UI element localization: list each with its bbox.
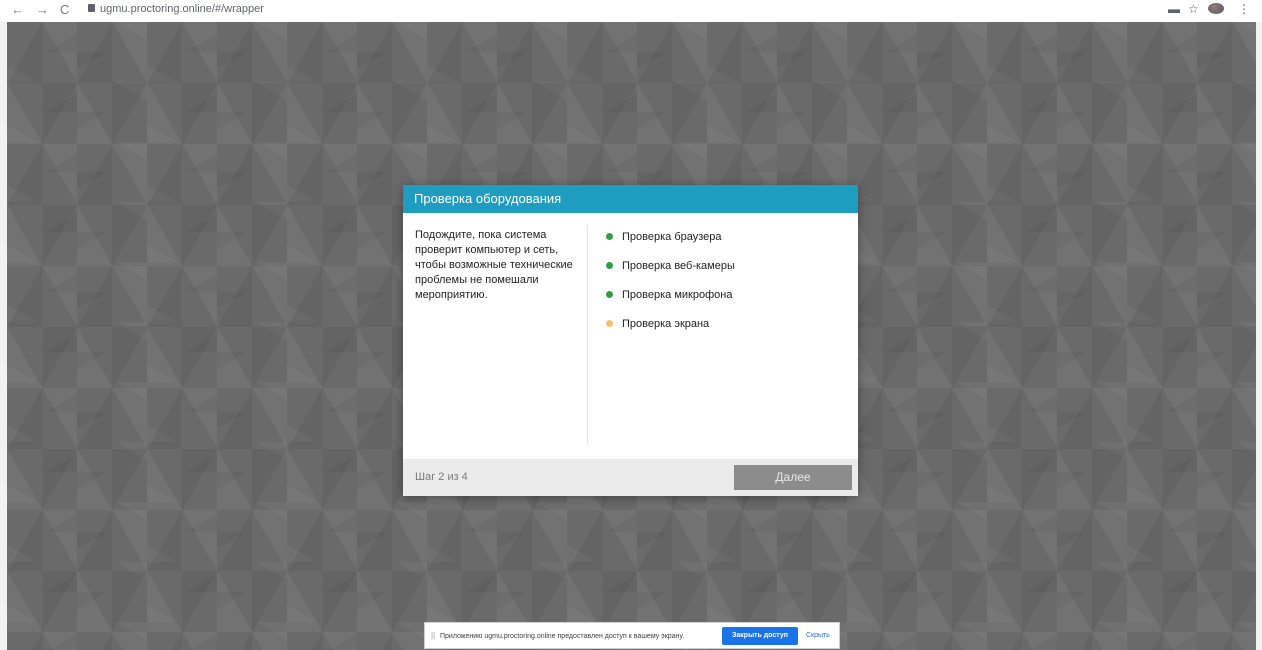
browser-menu-icon[interactable]: ⋮ [1238,2,1250,16]
stop-sharing-button[interactable]: Закрыть доступ [722,627,798,645]
hide-notification-button[interactable]: Скрыть [806,627,830,645]
dialog-body: Подождите, пока система проверит компьют… [403,213,858,459]
status-dot-icon [606,262,613,269]
dialog-divider [587,225,588,445]
check-label: Проверка микрофона [622,289,733,301]
status-dot-icon [606,291,613,298]
check-label: Проверка браузера [622,231,722,243]
check-label: Проверка экрана [622,318,710,330]
browser-toolbar: ← → C ugmu.proctoring.online/#/wrapper ▬… [0,0,1262,22]
step-indicator: Шаг 2 из 4 [415,471,468,483]
equipment-check-dialog: Проверка оборудования Подождите, пока си… [403,185,858,496]
check-item-microphone: Проверка микрофона [606,288,836,317]
bookmark-star-icon[interactable]: ☆ [1188,2,1199,16]
next-button[interactable]: Далее [734,465,852,490]
drag-handle-icon[interactable]: || [431,631,435,641]
profile-avatar-icon[interactable] [1208,3,1224,14]
extension-icon[interactable]: ▬ [1168,2,1180,16]
screen-share-notification: || Приложению ugmu.proctoring.online пре… [424,622,840,649]
screen-share-message: Приложению ugmu.proctoring.online предос… [440,633,685,640]
check-item-webcam: Проверка веб-камеры [606,259,836,288]
check-item-browser: Проверка браузера [606,230,836,259]
check-list: Проверка браузера Проверка веб-камеры Пр… [606,230,836,346]
status-dot-icon [606,320,613,327]
dialog-description: Подождите, пока система проверит компьют… [415,229,573,301]
page-margin-left [0,22,7,650]
page-margin-right [1256,22,1262,650]
address-bar[interactable]: ugmu.proctoring.online/#/wrapper [100,2,264,16]
reload-icon[interactable]: C [60,3,69,17]
back-arrow-icon[interactable]: ← [11,3,24,17]
check-label: Проверка веб-камеры [622,260,735,272]
forward-arrow-icon[interactable]: → [36,3,49,17]
lock-icon[interactable] [88,4,95,12]
dialog-footer: Шаг 2 из 4 Далее [403,459,858,496]
status-dot-icon [606,233,613,240]
check-item-screen: Проверка экрана [606,317,836,346]
dialog-title: Проверка оборудования [403,185,858,213]
